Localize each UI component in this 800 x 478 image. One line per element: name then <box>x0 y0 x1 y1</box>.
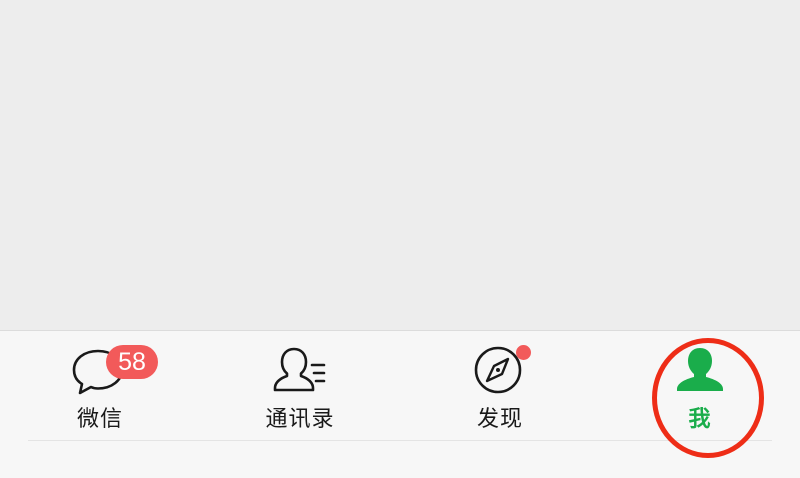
tab-label: 微信 <box>76 407 123 432</box>
tab-label: 通讯录 <box>265 407 335 432</box>
divider <box>28 440 772 441</box>
content-area <box>0 0 800 330</box>
tab-discover[interactable]: 发现 <box>400 343 600 443</box>
person-icon <box>670 343 730 395</box>
chat-bubble-icon: 58 <box>70 343 158 395</box>
bottom-tab-bar: 58 微信 通讯录 发现 我 <box>0 330 800 478</box>
tab-label: 发现 <box>476 407 523 432</box>
tab-contacts[interactable]: 通讯录 <box>200 343 400 443</box>
new-content-dot <box>516 345 531 360</box>
compass-icon <box>470 343 531 395</box>
unread-count-badge: 58 <box>106 345 158 379</box>
tab-chats[interactable]: 58 微信 <box>0 343 200 443</box>
tab-me[interactable]: 我 <box>600 343 800 443</box>
contacts-icon <box>270 343 330 395</box>
tab-label: 我 <box>688 407 712 432</box>
